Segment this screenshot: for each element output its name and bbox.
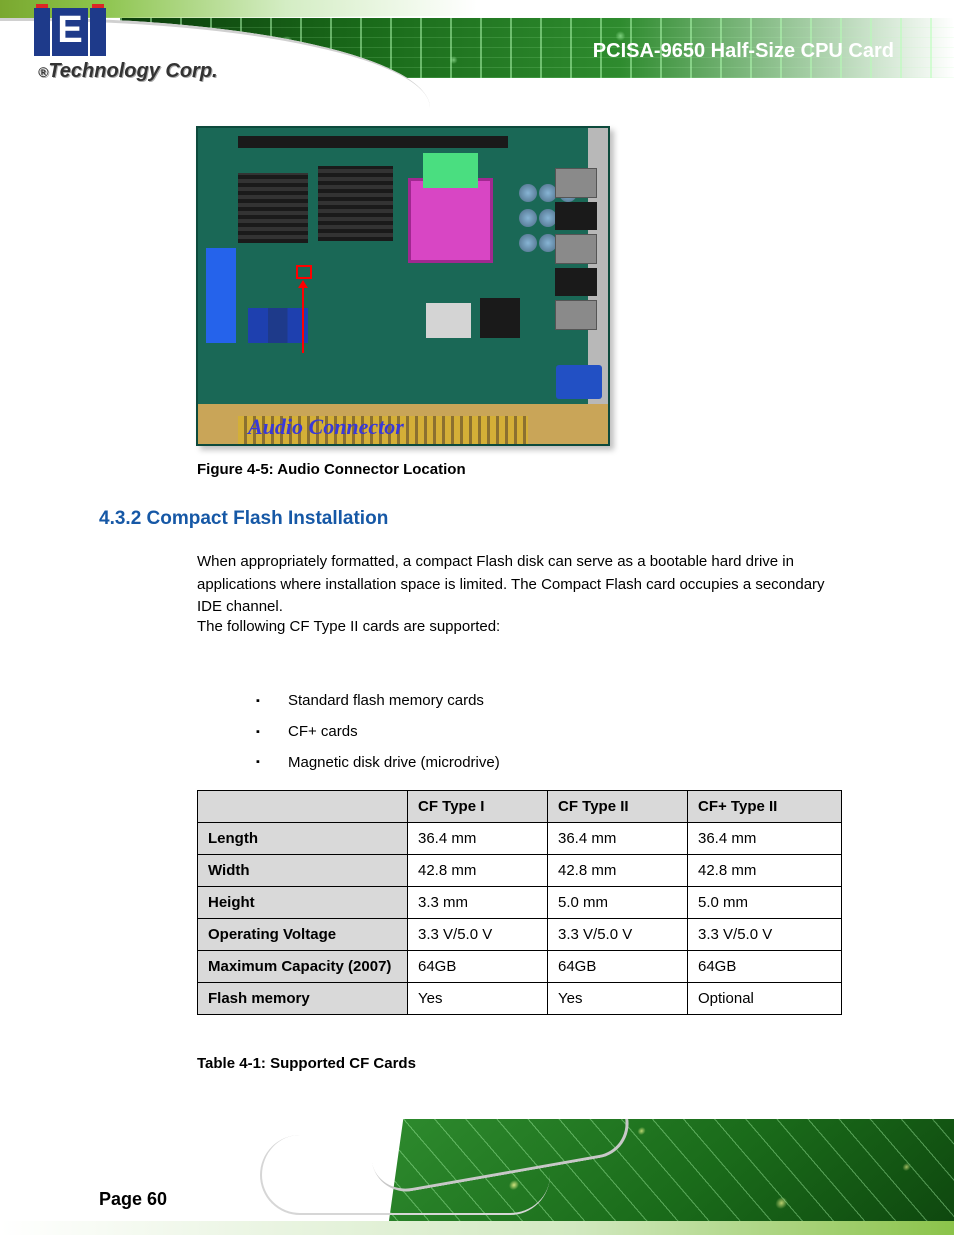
table-row: Flash memoryYesYesOptional xyxy=(198,983,842,1015)
figure-caption: Figure 4-5: Audio Connector Location xyxy=(197,461,466,478)
table-row: Operating Voltage3.3 V/5.0 V3.3 V/5.0 V3… xyxy=(198,919,842,951)
cf-card-table: CF Type I CF Type II CF+ Type II Length3… xyxy=(197,790,842,1015)
header-banner: PCISA-9650 Half-Size CPU Card xyxy=(0,0,954,108)
list-item: CF+ cards xyxy=(256,717,500,748)
header-top-accent xyxy=(0,0,954,18)
paragraph-2: The following CF Type II cards are suppo… xyxy=(197,616,500,639)
footer-banner xyxy=(0,1119,954,1235)
table-caption: Table 4-1: Supported CF Cards xyxy=(197,1055,416,1072)
callout-arrow xyxy=(302,281,304,353)
list-item: Magnetic disk drive (microdrive) xyxy=(256,748,500,779)
callout-highlight-box xyxy=(296,265,312,279)
table-row: Length36.4 mm36.4 mm36.4 mm xyxy=(198,823,842,855)
table-row: Height3.3 mm5.0 mm5.0 mm xyxy=(198,887,842,919)
table-header xyxy=(198,791,408,823)
callout-label: Audio Connector xyxy=(248,414,404,440)
paragraph-1: When appropriately formatted, a compact … xyxy=(197,551,837,619)
footer-curve xyxy=(260,1135,550,1215)
feature-list: Standard flash memory cards CF+ cards Ma… xyxy=(256,686,500,778)
board-photo xyxy=(196,126,610,446)
company-logo: E xyxy=(34,8,106,56)
table-header: CF Type I xyxy=(408,791,548,823)
company-name: ®Technology Corp. xyxy=(38,60,218,83)
table-header: CF+ Type II xyxy=(688,791,842,823)
page-number: Page 60 xyxy=(99,1189,167,1210)
table-row: Maximum Capacity (2007)64GB64GB64GB xyxy=(198,951,842,983)
list-item: Standard flash memory cards xyxy=(256,686,500,717)
section-heading: 4.3.2 Compact Flash Installation xyxy=(99,508,388,530)
table-row: Width42.8 mm42.8 mm42.8 mm xyxy=(198,855,842,887)
product-title: PCISA-9650 Half-Size CPU Card xyxy=(593,40,894,63)
table-header: CF Type II xyxy=(548,791,688,823)
table-header-row: CF Type I CF Type II CF+ Type II xyxy=(198,791,842,823)
